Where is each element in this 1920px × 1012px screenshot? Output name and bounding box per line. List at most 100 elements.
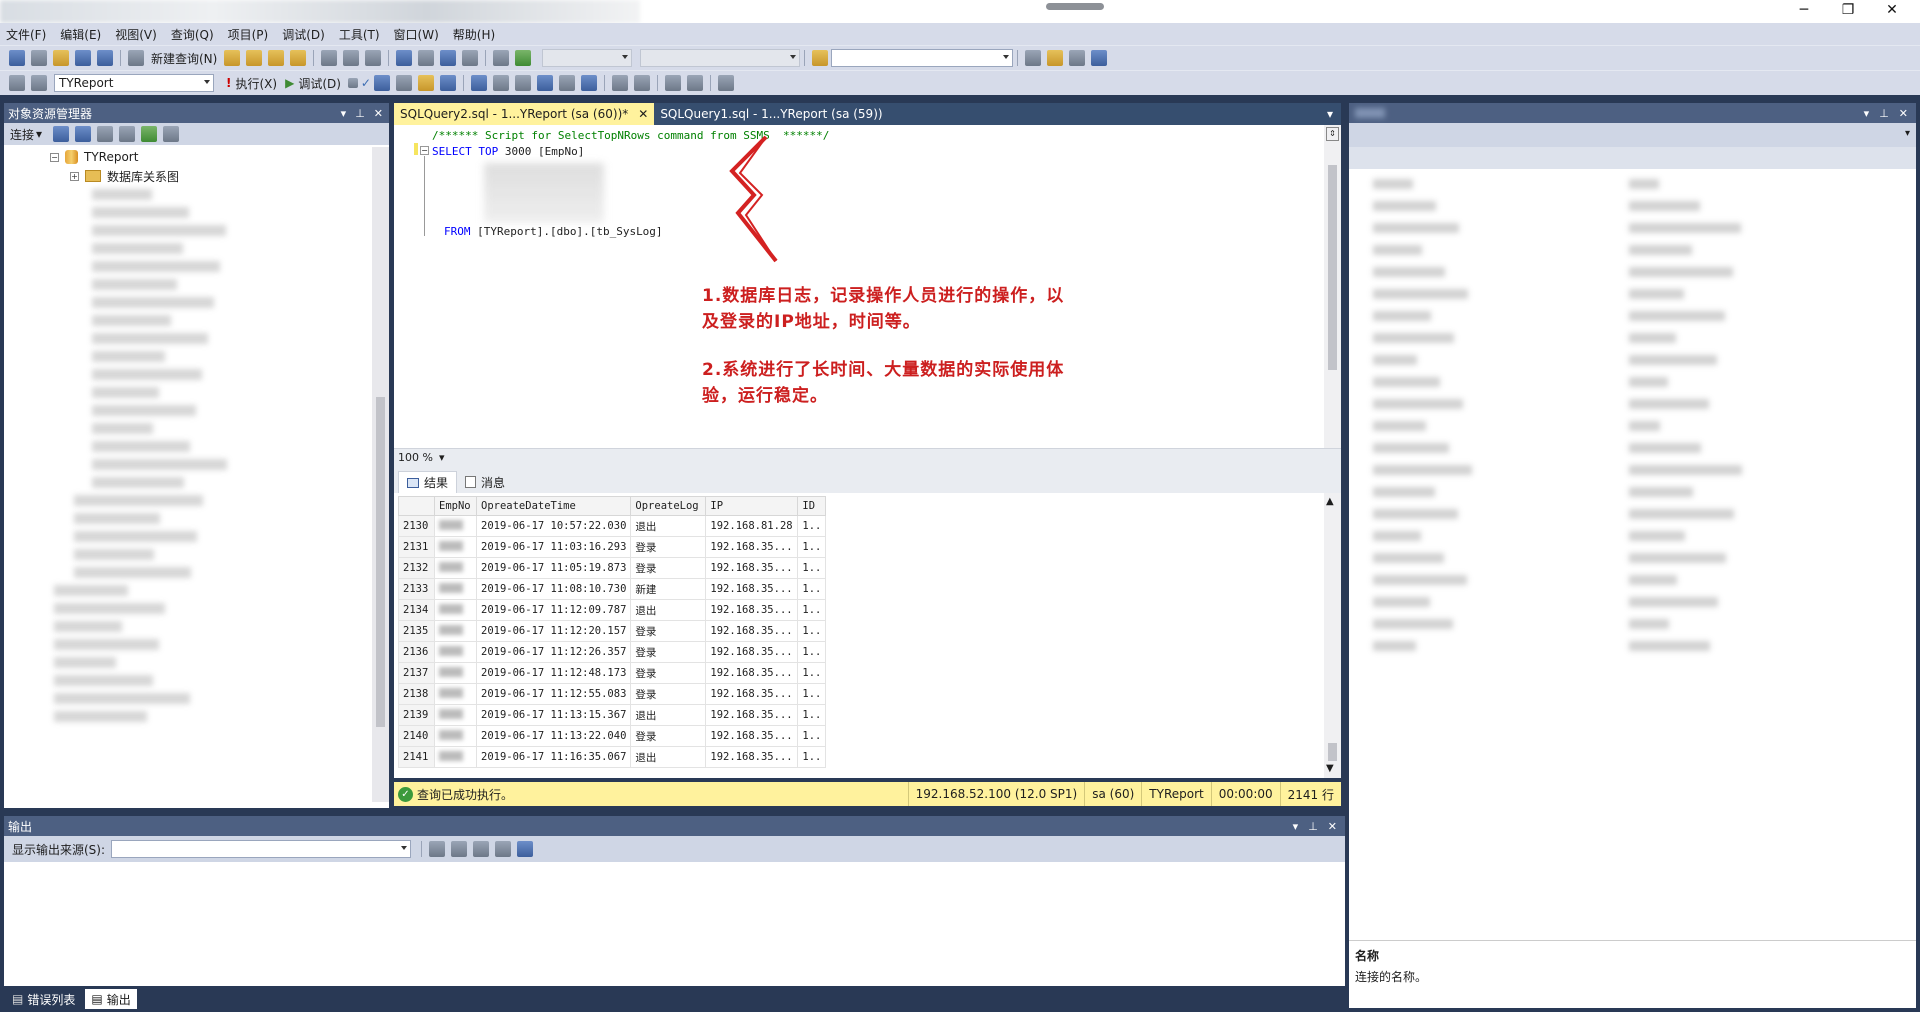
expand-node-icon[interactable]: + (70, 171, 79, 181)
disconnect-icon[interactable] (75, 126, 92, 142)
dropdown-icon[interactable]: ▾ (1293, 820, 1299, 833)
log-cell[interactable]: 登录 (630, 683, 707, 705)
stop-icon[interactable] (97, 126, 114, 142)
object-explorer-scrollbar[interactable] (372, 147, 389, 802)
row-number-cell[interactable]: 2138 (398, 683, 435, 705)
log-cell[interactable]: 新建 (630, 578, 707, 600)
split-icon[interactable]: ⇕ (1326, 127, 1339, 141)
ip-cell[interactable]: 192.168.35... (705, 578, 799, 600)
row-number-cell[interactable]: 2137 (398, 662, 435, 684)
redo-icon[interactable] (418, 50, 435, 66)
tree-node-diagrams[interactable]: + 数据库关系图 (70, 167, 179, 185)
menu-debug[interactable]: 调试(D) (282, 26, 325, 43)
close-panel-icon[interactable]: ✕ (1899, 107, 1908, 120)
toolbox-icon[interactable] (1091, 50, 1108, 66)
close-tab-icon[interactable]: ✕ (638, 107, 648, 121)
table-row[interactable]: 2131 2019-06-17 11:03:16.293 登录 192.168.35.… (398, 536, 827, 558)
add-item-icon[interactable] (31, 50, 47, 66)
empno-cell[interactable] (434, 515, 477, 537)
intellisense-icon[interactable] (439, 75, 456, 91)
platform-combo[interactable] (640, 49, 801, 67)
row-number-cell[interactable]: 2136 (398, 641, 435, 663)
log-cell[interactable]: 退出 (630, 515, 707, 537)
id-cell[interactable]: 1.. (797, 725, 827, 747)
datetime-cell[interactable]: 2019-06-17 11:03:16.293 (475, 536, 632, 558)
table-row[interactable]: 2130 2019-06-17 10:57:22.030 退出 192.168.81.… (398, 515, 827, 537)
live-stats-icon[interactable] (492, 75, 509, 91)
menu-project[interactable]: 项目(P) (228, 26, 269, 43)
table-row[interactable]: 2140 2019-06-17 11:13:22.040 登录 192.168.35.… (398, 725, 827, 747)
datetime-cell[interactable]: 2019-06-17 11:13:15.367 (475, 704, 632, 726)
log-cell[interactable]: 登录 (630, 620, 707, 642)
log-cell[interactable]: 退出 (630, 704, 707, 726)
tree-node-db[interactable]: − TYReport (50, 148, 138, 166)
zoom-dropdown-icon[interactable]: ▾ (439, 451, 445, 464)
menu-view[interactable]: 视图(V) (115, 26, 157, 43)
menu-window[interactable]: 窗口(W) (394, 26, 439, 43)
new-query-button[interactable]: 新建查询(N) (151, 50, 217, 67)
collapse-icon[interactable] (163, 126, 180, 142)
close-icon[interactable]: ✕ (1870, 0, 1914, 22)
collapse-node-icon[interactable]: − (50, 152, 59, 162)
empno-cell[interactable] (434, 725, 477, 747)
menu-tools[interactable]: 工具(T) (339, 26, 380, 43)
column-header[interactable]: OpreateLog (630, 496, 707, 516)
menu-file[interactable]: 文件(F) (6, 26, 46, 43)
log-cell[interactable]: 登录 (630, 725, 707, 747)
ip-cell[interactable]: 192.168.81.28 (705, 515, 799, 537)
id-cell[interactable]: 1.. (797, 662, 827, 684)
execute-button[interactable]: 执行(X) (235, 75, 277, 92)
query-options-icon[interactable] (417, 75, 434, 91)
save-all-icon[interactable] (97, 50, 113, 66)
datetime-cell[interactable]: 2019-06-17 11:13:22.040 (475, 725, 632, 747)
close-panel-icon[interactable]: ✕ (374, 107, 383, 120)
mdx-query-icon[interactable] (268, 50, 285, 66)
column-header[interactable]: IP (705, 496, 799, 516)
tab-messages[interactable]: 消息 (457, 471, 513, 493)
table-row[interactable]: 2136 2019-06-17 11:12:26.357 登录 192.168.35.… (398, 641, 827, 663)
ip-cell[interactable]: 192.168.35... (705, 599, 799, 621)
empno-cell[interactable] (434, 641, 477, 663)
specify-values-icon[interactable] (717, 75, 734, 91)
id-cell[interactable]: 1.. (797, 578, 827, 600)
id-cell[interactable]: 1.. (797, 557, 827, 579)
tab-results[interactable]: 结果 (398, 471, 458, 493)
results-text-icon[interactable] (536, 75, 553, 91)
id-cell[interactable]: 1.. (797, 746, 827, 768)
increase-indent-icon[interactable] (686, 75, 703, 91)
datetime-cell[interactable]: 2019-06-17 11:12:09.787 (475, 599, 632, 621)
connect-icon[interactable] (9, 75, 25, 91)
restore-icon[interactable]: ❐ (1826, 0, 1870, 22)
id-cell[interactable]: 1.. (797, 683, 827, 705)
ip-cell[interactable]: 192.168.35... (705, 725, 799, 747)
column-header[interactable]: ID (797, 496, 827, 516)
column-header[interactable]: OpreateDateTime (475, 496, 632, 516)
pin-icon[interactable]: ⊥ (1879, 107, 1889, 120)
id-cell[interactable]: 1.. (797, 641, 827, 663)
dropdown-icon[interactable]: ▾ (1864, 107, 1870, 120)
tab-error-list[interactable]: ▤ 错误列表 (6, 989, 81, 1009)
datetime-cell[interactable]: 2019-06-17 11:12:26.357 (475, 641, 632, 663)
column-header[interactable]: EmpNo (434, 496, 477, 516)
empno-cell[interactable] (434, 620, 477, 642)
stop-icon[interactable] (347, 78, 358, 88)
datetime-cell[interactable]: 2019-06-17 11:16:35.067 (475, 746, 632, 768)
empno-cell[interactable] (434, 683, 477, 705)
table-row[interactable]: 2133 2019-06-17 11:08:10.730 新建 192.168.35.… (398, 578, 827, 600)
empno-cell[interactable] (434, 557, 477, 579)
ip-cell[interactable]: 192.168.35... (705, 704, 799, 726)
fold-icon[interactable]: − (420, 146, 429, 155)
tab-output[interactable]: ▤ 输出 (85, 989, 137, 1009)
combo-dropdown-icon[interactable]: ▾ (1905, 128, 1910, 139)
next-message-icon[interactable] (473, 841, 490, 857)
ip-cell[interactable]: 192.168.35... (705, 662, 799, 684)
connect-button[interactable]: 连接 (10, 126, 34, 143)
pin-icon[interactable]: ⊥ (1308, 820, 1318, 833)
parse-icon[interactable]: ✓ (361, 76, 371, 90)
row-number-cell[interactable]: 2140 (398, 725, 435, 747)
log-cell[interactable]: 退出 (630, 746, 707, 768)
display-plan-icon[interactable] (373, 75, 390, 91)
goto-source-icon[interactable] (429, 841, 446, 857)
copy-icon[interactable] (343, 50, 360, 66)
ip-cell[interactable]: 192.168.35... (705, 620, 799, 642)
